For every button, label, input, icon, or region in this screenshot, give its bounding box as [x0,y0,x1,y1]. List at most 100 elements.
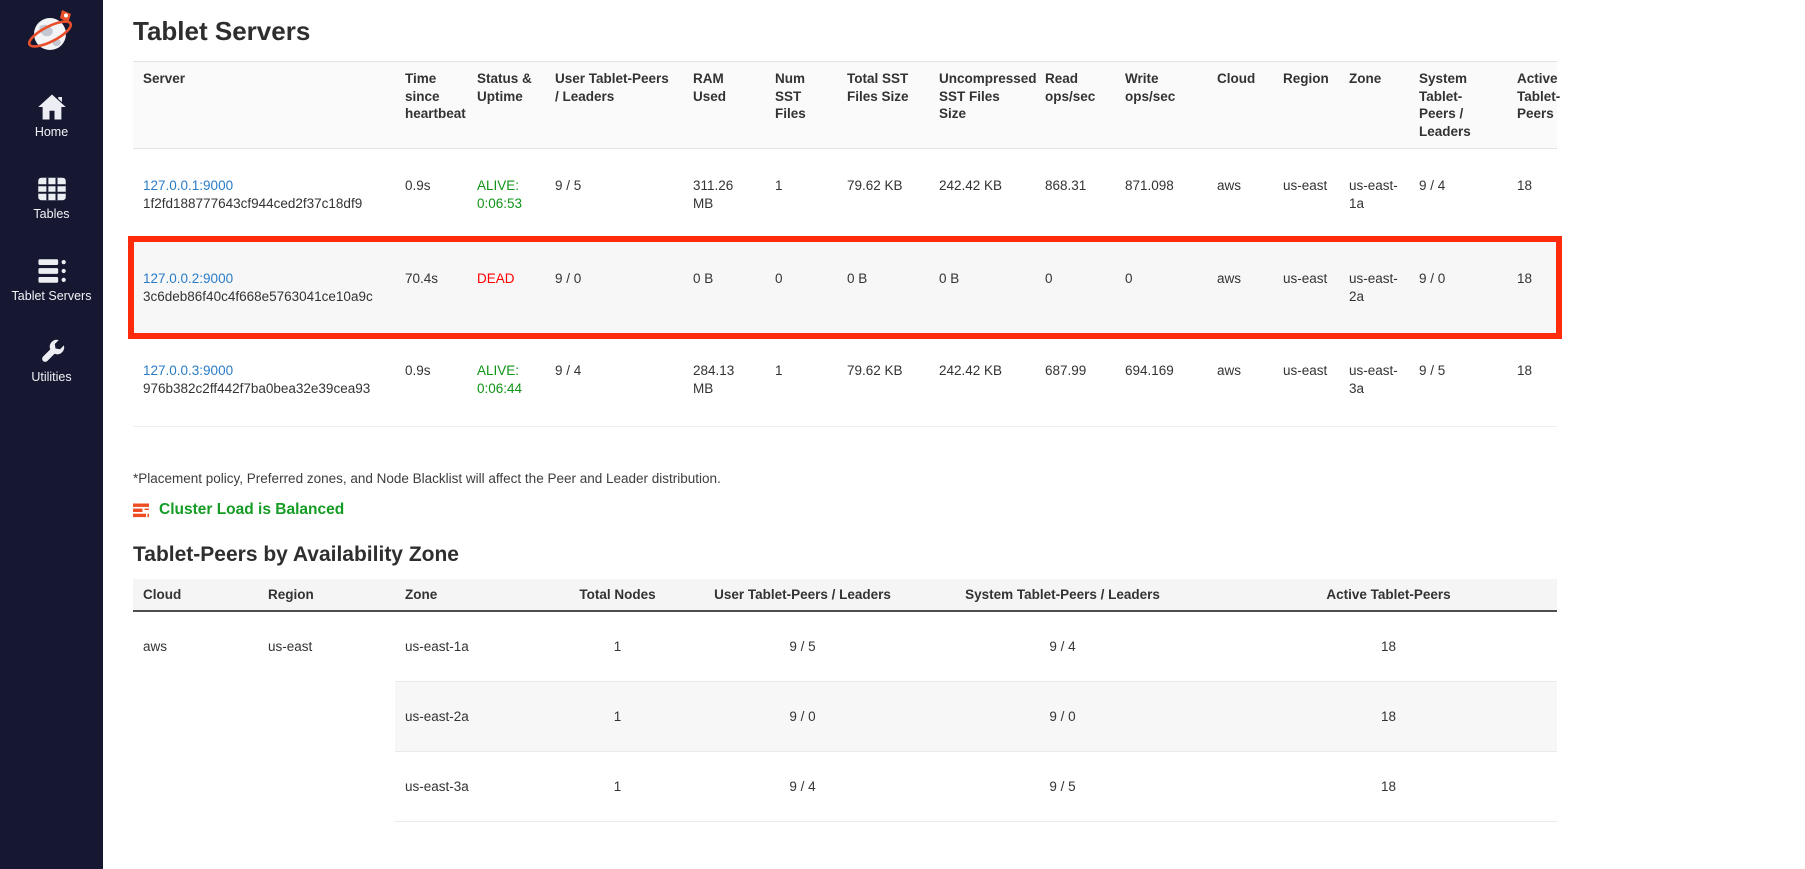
cell-status: ALIVE: 0:06:53 [467,149,545,242]
col-zone: Zone [395,579,535,611]
cell-write-ops: 694.169 [1115,334,1207,427]
server-uuid: 1f2fd188777643cf944ced2f37c18df9 [143,195,385,213]
cell-status: DEAD [467,241,545,334]
cell-system-peers: 9 / 0 [905,682,1220,752]
cell-num-sst: 0 [765,241,837,334]
cell-server: 127.0.0.3:9000 976b382c2ff442f7ba0bea32e… [133,334,395,427]
cell-zone: us-east-1a [1339,149,1409,242]
server-address-link[interactable]: 127.0.0.3:9000 [143,363,233,378]
cell-user-peers: 9 / 0 [545,241,683,334]
sidebar-item-utilities[interactable]: Utilities [0,337,103,385]
server-row: 127.0.0.3:9000 976b382c2ff442f7ba0bea32e… [133,334,1557,427]
cell-server: 127.0.0.2:9000 3c6deb86f40c4f668e5763041… [133,241,395,334]
wrench-icon [35,337,69,367]
col-cloud: Cloud [1207,62,1273,149]
cell-uncompressed: 242.42 KB [929,334,1035,427]
cell-user-peers: 9 / 5 [545,149,683,242]
cell-user-peers: 9 / 4 [545,334,683,427]
tablet-servers-table: Server Time since heartbeat Status & Upt… [133,61,1557,427]
servers-icon [35,256,69,286]
server-row-dead-highlighted: 127.0.0.2:9000 3c6deb86f40c4f668e5763041… [133,241,1557,334]
cell-zone: us-east-2a [1339,241,1409,334]
sidebar-item-label: Utilities [31,371,71,385]
col-system-peers: System Tablet-Peers / Leaders [905,579,1220,611]
cell-total-nodes: 1 [535,752,700,822]
cell-ram: 0 B [683,241,765,334]
cell-region: us-east [258,611,395,822]
cell-sst-size: 0 B [837,241,929,334]
cell-heartbeat: 0.9s [395,149,467,242]
cell-zone: us-east-1a [395,611,535,682]
cell-read-ops: 0 [1035,241,1115,334]
main-content: Tablet Servers Server Time since heartbe… [103,0,1805,822]
balance-status-text: Cluster Load is Balanced [159,501,344,519]
cell-cloud: aws [1207,334,1273,427]
sidebar: Home Tables Tablet Servers [0,0,103,869]
cell-user-peers: 9 / 5 [700,611,905,682]
col-cloud: Cloud [133,579,258,611]
server-uuid: 3c6deb86f40c4f668e5763041ce10a9c [143,288,385,306]
status-text: ALIVE: [477,177,535,195]
cell-num-sst: 1 [765,149,837,242]
uptime-text: 0:06:44 [477,380,535,398]
cell-active-peers: 18 [1507,334,1557,427]
az-section-title: Tablet-Peers by Availability Zone [133,543,1805,567]
placement-footnote: *Placement policy, Preferred zones, and … [133,471,1805,486]
col-num-sst: Num SST Files [765,62,837,149]
cell-active-peers: 18 [1220,611,1557,682]
cell-cloud: aws [133,611,258,822]
col-uncompressed: Uncompressed SST Files Size [929,62,1035,149]
cell-active-peers: 18 [1507,149,1557,242]
cell-system-peers: 9 / 0 [1409,241,1507,334]
col-status: Status & Uptime [467,62,545,149]
cell-active-peers: 18 [1220,752,1557,822]
cell-zone: us-east-3a [1339,334,1409,427]
col-write-ops: Write ops/sec [1115,62,1207,149]
col-read-ops: Read ops/sec [1035,62,1115,149]
sidebar-item-home[interactable]: Home [0,92,103,140]
page-title: Tablet Servers [133,16,1805,47]
cell-region: us-east [1273,149,1339,242]
sidebar-item-tables[interactable]: Tables [0,174,103,222]
cell-write-ops: 0 [1115,241,1207,334]
sidebar-item-label: Tablet Servers [12,290,92,304]
server-uuid: 976b382c2ff442f7ba0bea32e39cea93 [143,380,385,398]
cell-read-ops: 687.99 [1035,334,1115,427]
col-region: Region [258,579,395,611]
tables-icon [35,174,69,204]
cell-active-peers: 18 [1220,682,1557,752]
cell-read-ops: 868.31 [1035,149,1115,242]
col-region: Region [1273,62,1339,149]
cell-system-peers: 9 / 4 [1409,149,1507,242]
col-sst-size: Total SST Files Size [837,62,929,149]
col-zone: Zone [1339,62,1409,149]
cell-cloud: aws [1207,149,1273,242]
cell-cloud: aws [1207,241,1273,334]
uptime-text: 0:06:53 [477,195,535,213]
yugabyte-logo-icon [24,6,80,58]
sidebar-item-label: Home [35,126,68,140]
app-logo[interactable] [24,6,80,58]
cell-total-nodes: 1 [535,682,700,752]
cell-heartbeat: 70.4s [395,241,467,334]
sidebar-item-tablet-servers[interactable]: Tablet Servers [0,256,103,304]
col-total-nodes: Total Nodes [535,579,700,611]
server-address-link[interactable]: 127.0.0.1:9000 [143,178,233,193]
cell-num-sst: 1 [765,334,837,427]
az-table-header-row: Cloud Region Zone Total Nodes User Table… [133,579,1557,611]
cell-ram: 284.13 MB [683,334,765,427]
cell-sst-size: 79.62 KB [837,334,929,427]
cell-ram: 311.26 MB [683,149,765,242]
cell-region: us-east [1273,241,1339,334]
sidebar-item-label: Tables [33,208,69,222]
cell-server: 127.0.0.1:9000 1f2fd188777643cf944ced2f3… [133,149,395,242]
col-server: Server [133,62,395,149]
cell-system-peers: 9 / 5 [905,752,1220,822]
server-address-link[interactable]: 127.0.0.2:9000 [143,271,233,286]
col-user-peers: User Tablet-Peers / Leaders [700,579,905,611]
cell-uncompressed: 242.42 KB [929,149,1035,242]
col-user-peers: User Tablet-Peers / Leaders [545,62,683,149]
cell-status: ALIVE: 0:06:44 [467,334,545,427]
cell-sst-size: 79.62 KB [837,149,929,242]
col-active-peers: Active Tablet-Peers [1220,579,1557,611]
